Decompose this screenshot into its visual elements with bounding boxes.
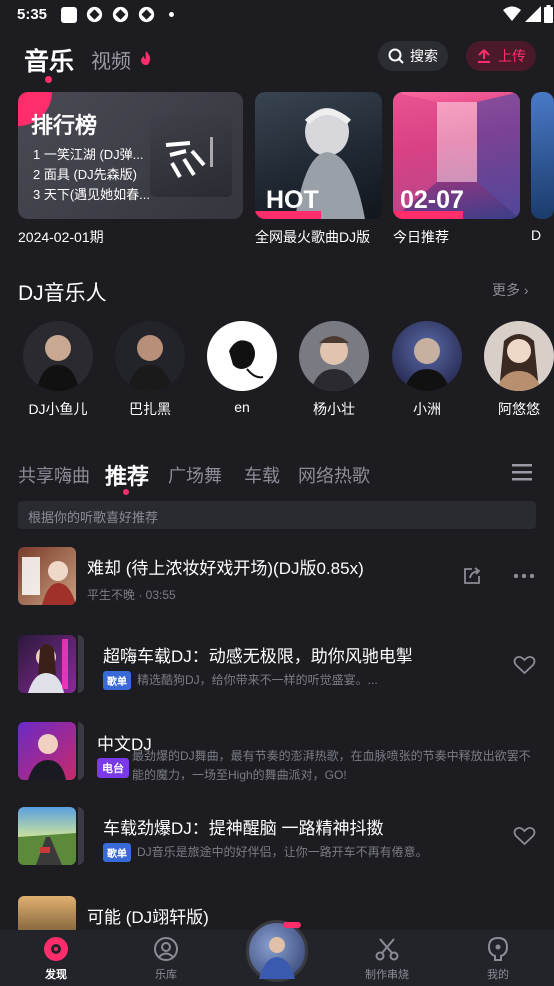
tab-category[interactable]: 车载 xyxy=(244,462,280,488)
daily-card[interactable]: 02-07 xyxy=(393,92,520,219)
song-cover-image[interactable] xyxy=(18,896,76,930)
more-notifications-dot xyxy=(169,12,174,17)
upload-label: 上传 xyxy=(498,48,526,64)
tab-category[interactable]: 广场舞 xyxy=(168,462,222,488)
artist-name: 杨小壮 xyxy=(313,401,355,417)
playlist-desc-text: DJ音乐是旅途中的好伴侣，让你一路开车不再有倦意。 xyxy=(137,845,428,859)
dj-section-title: DJ音乐人 xyxy=(18,282,107,305)
radio-cover-image[interactable] xyxy=(18,722,76,780)
playlist-title[interactable]: 超嗨车载DJ：动感无极限，助你风驰电掣 xyxy=(103,642,413,667)
artist-name: 巴扎黑 xyxy=(129,401,171,417)
ranking-item: 1 一笑江湖 (DJ弹... xyxy=(33,147,144,162)
artist-avatar[interactable] xyxy=(115,321,185,391)
artist-avatar[interactable] xyxy=(484,321,554,391)
tab-category[interactable]: 共享嗨曲 xyxy=(18,462,90,488)
nav-mine-label: 我的 xyxy=(487,969,509,981)
chart-ranking-card[interactable]: 排行榜 1 一笑江湖 (DJ弹... 2 面具 (DJ先森版) 3 天下(遇见她… xyxy=(18,92,243,219)
artist-name: en xyxy=(234,399,250,415)
heart-icon[interactable] xyxy=(513,826,536,846)
hot-card[interactable]: HOT xyxy=(255,92,382,219)
status-bar: 5:35 xyxy=(0,0,554,30)
nav-discover-label: 发现 xyxy=(45,969,67,981)
nav-library[interactable]: 乐库 xyxy=(126,930,206,986)
scissors-icon xyxy=(375,938,399,961)
hot-caption: 全网最火歌曲DJ版 xyxy=(255,229,371,245)
song-title[interactable]: 可能 (DJ翊轩版) xyxy=(87,903,209,928)
profile-icon xyxy=(487,936,509,961)
status-time: 5:35 xyxy=(17,6,48,23)
radio-tag: 电台 xyxy=(97,758,129,778)
song-meta: 平生不晚 · 03:55 xyxy=(87,588,176,602)
playlist-tag: 歌单 xyxy=(103,671,131,691)
bottom-nav: 发现 乐库 制作串烧 我的 xyxy=(0,920,554,986)
playlist-stack-edge xyxy=(78,635,84,693)
artist-name: 阿悠悠 xyxy=(498,401,540,417)
discover-icon xyxy=(44,937,68,961)
playlist-tag: 歌单 xyxy=(103,843,131,863)
artist-name: DJ小鱼儿 xyxy=(28,401,88,417)
library-icon xyxy=(154,937,178,961)
app-notification-icon xyxy=(138,6,155,23)
nav-discover[interactable]: 发现 xyxy=(16,930,96,986)
playlist-desc-text: 精选酷狗DJ，给你带来不一样的听觉盛宴。... xyxy=(137,673,378,687)
battery-icon xyxy=(544,5,553,23)
signal-icon xyxy=(525,6,541,22)
ranking-list: 1 一笑江湖 (DJ弹... 2 面具 (DJ先森版) 3 天下(遇见她如春..… xyxy=(33,145,168,205)
search-button[interactable]: 搜索 xyxy=(378,41,448,71)
nav-library-label: 乐库 xyxy=(155,969,177,981)
upload-button[interactable]: 上传 xyxy=(466,41,536,71)
wifi-icon xyxy=(503,6,521,21)
next-caption: D xyxy=(531,227,542,243)
radio-desc: 最劲爆的DJ舞曲，最有节奏的澎湃热歌，在血脉喷张的节奏中释放出欲罢不能的魔力，一… xyxy=(132,749,531,782)
nav-make-label: 制作串烧 xyxy=(365,969,409,981)
notification-icon xyxy=(61,7,77,23)
more-link[interactable]: 更多 › xyxy=(492,280,529,300)
daily-caption: 今日推荐 xyxy=(393,229,449,245)
now-playing-disc[interactable] xyxy=(246,920,308,982)
app-notification-icon xyxy=(86,6,103,23)
search-label: 搜索 xyxy=(410,48,438,64)
playlist-title[interactable]: 车载劲爆DJ：提神醒脑 一路精神抖擞 xyxy=(103,814,384,839)
tab-music[interactable]: 音乐 xyxy=(24,42,74,78)
card-accent-bar xyxy=(255,211,321,219)
ranking-caption: 2024-02-01期 xyxy=(18,229,104,245)
playlist-stack-edge xyxy=(78,807,84,865)
playlist-cover-image[interactable] xyxy=(18,807,76,865)
song-title[interactable]: 难却 (待上浓妆好戏开场)(DJ版0.85x) xyxy=(87,554,364,579)
tab-category-active[interactable]: 推荐 xyxy=(105,459,149,491)
app-notification-icon xyxy=(112,6,129,23)
tab-video[interactable]: 视频 xyxy=(91,45,131,74)
artist-name: 小洲 xyxy=(413,401,441,417)
artist-avatar[interactable] xyxy=(299,321,369,391)
playlist-cover-image[interactable] xyxy=(18,635,76,693)
more-options-icon[interactable] xyxy=(513,573,535,579)
recommend-hint-bar: 根据你的听歌喜好推荐 xyxy=(18,501,536,529)
ranking-item: 3 天下(遇见她如春... xyxy=(33,187,151,202)
tab-category[interactable]: 网络热歌 xyxy=(298,462,370,488)
upload-icon xyxy=(478,49,490,63)
card-accent-bar xyxy=(393,211,463,219)
ranking-item: 2 面具 (DJ先森版) xyxy=(33,167,138,182)
playlist-desc: 歌单 DJ音乐是旅途中的好伴侣，让你一路开车不再有倦意。 xyxy=(103,843,428,863)
now-playing-accent xyxy=(283,922,301,928)
artist-avatar[interactable] xyxy=(392,321,462,391)
radio-stack-edge xyxy=(78,722,84,780)
menu-icon[interactable] xyxy=(512,463,532,481)
heart-icon[interactable] xyxy=(513,655,536,675)
ranking-cover-image xyxy=(150,115,232,197)
nav-make-mix[interactable]: 制作串烧 xyxy=(347,930,427,986)
nav-mine[interactable]: 我的 xyxy=(458,930,538,986)
next-card[interactable] xyxy=(531,92,554,219)
active-category-indicator xyxy=(123,489,129,495)
ranking-title: 排行榜 xyxy=(31,113,98,138)
artist-avatar[interactable] xyxy=(23,321,93,391)
playlist-desc: 歌单 精选酷狗DJ，给你带来不一样的听觉盛宴。... xyxy=(103,671,378,691)
share-icon[interactable] xyxy=(462,566,482,586)
artist-avatar[interactable] xyxy=(207,321,277,391)
search-icon xyxy=(388,48,404,64)
song-cover-image[interactable] xyxy=(18,547,76,605)
hot-flame-icon xyxy=(141,51,151,65)
active-tab-indicator xyxy=(45,76,52,83)
